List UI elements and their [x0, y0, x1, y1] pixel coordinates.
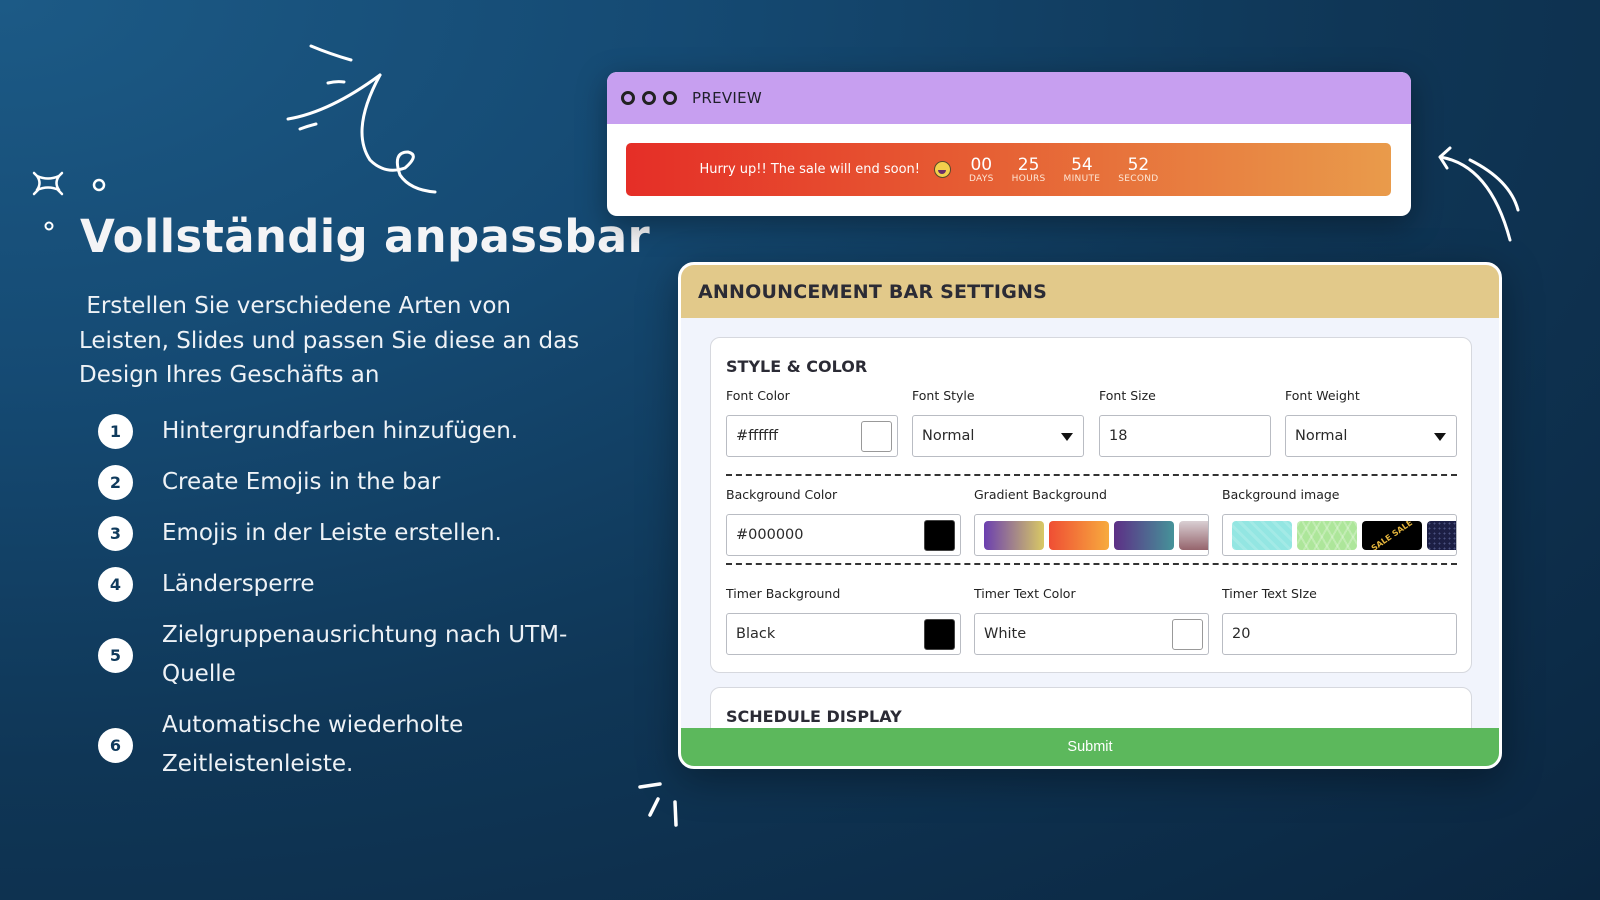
background-image-label: Background image — [1222, 487, 1340, 502]
background-color-swatch[interactable] — [924, 520, 955, 551]
curved-arrow-doodle-icon — [1438, 146, 1520, 242]
font-size-input[interactable]: 18 — [1099, 415, 1271, 457]
timer-minutes: 54 MINUTE — [1064, 156, 1101, 184]
green-pattern-option[interactable] — [1297, 521, 1357, 550]
background-image-picker: SALE SALE — [1222, 514, 1457, 556]
feature-number-badge: 2 — [98, 465, 133, 500]
style-color-card: STYLE & COLOR Font Color #ffffff Font St… — [710, 337, 1472, 673]
feature-item: 6 Automatische wiederholte Zeitleistenle… — [98, 706, 602, 784]
timer-label: MINUTE — [1063, 173, 1101, 184]
feature-text: Ländersperre — [162, 571, 315, 597]
feature-number-badge: 3 — [98, 516, 133, 551]
window-dot-icon — [621, 91, 635, 105]
font-style-value: Normal — [922, 428, 975, 444]
caret-down-icon — [1434, 433, 1446, 441]
feature-text: Hintergrundfarben hinzufügen. — [162, 418, 519, 444]
timer-text-color-input[interactable]: White — [974, 613, 1209, 655]
feature-number-badge: 5 — [98, 637, 133, 673]
feature-text: Zielgruppenausrichtung nach UTM-Quelle — [162, 622, 568, 687]
preview-title: PREVIEW — [692, 89, 763, 107]
feature-item: 2 Create Emojis in the bar — [98, 463, 602, 502]
section-divider — [726, 474, 1457, 476]
font-weight-select[interactable]: Normal — [1285, 415, 1457, 457]
timer-text-size-input[interactable]: 20 — [1222, 613, 1457, 655]
style-section-title: STYLE & COLOR — [726, 357, 868, 376]
feature-number-badge: 4 — [98, 567, 133, 602]
timer-background-label: Timer Background — [726, 586, 841, 601]
font-color-label: Font Color — [726, 388, 790, 403]
font-size-label: Font Size — [1099, 388, 1156, 403]
timer-background-value: Black — [736, 626, 776, 642]
feature-item: 4 Ländersperre — [98, 565, 602, 604]
gradient-option[interactable] — [1114, 521, 1174, 550]
hero-description: Erstellen Sie verschiedene Arten von Lei… — [79, 293, 580, 388]
gradient-option[interactable] — [1179, 521, 1208, 550]
announcement-bar-preview: Hurry up!! The sale will end soon! 00 DA… — [626, 143, 1391, 196]
timer-value: 25 — [1017, 154, 1040, 175]
timer-value: 52 — [1127, 154, 1150, 175]
window-dot-icon — [663, 91, 677, 105]
timer-background-input[interactable]: Black — [726, 613, 961, 655]
navy-pattern-option[interactable] — [1427, 521, 1456, 550]
feature-text: Automatische wiederholte Zeitleistenleis… — [162, 712, 464, 777]
caret-down-icon — [1061, 433, 1073, 441]
feature-item: 5 Zielgruppenausrichtung nach UTM-Quelle — [98, 616, 602, 694]
timer-value: 54 — [1071, 154, 1093, 175]
gradient-option[interactable] — [1049, 521, 1109, 550]
timer-label: DAYS — [968, 173, 994, 184]
feature-item: 1 Hintergrundfarben hinzufügen. — [98, 412, 602, 451]
font-size-value: 18 — [1109, 428, 1128, 444]
gradient-background-label: Gradient Background — [974, 487, 1107, 502]
settings-panel: ANNOUNCEMENT BAR SETTIGNS STYLE & COLOR … — [678, 262, 1502, 769]
timer-value: 00 — [970, 154, 993, 175]
gradient-option[interactable] — [984, 521, 1044, 550]
swoosh-arrow-doodle-icon — [286, 44, 437, 194]
submit-button[interactable]: Submit — [681, 728, 1499, 766]
background-color-label: Background Color — [726, 487, 838, 502]
sale-pattern-option[interactable]: SALE SALE — [1362, 521, 1422, 550]
feature-text: Create Emojis in the bar — [162, 469, 441, 495]
hero-title: Vollständig anpassbar — [80, 210, 650, 263]
timer-days: 00 DAYS — [969, 156, 994, 184]
settings-title: ANNOUNCEMENT BAR SETTIGNS — [681, 265, 1499, 318]
font-style-label: Font Style — [912, 388, 975, 403]
section-divider — [726, 563, 1457, 565]
font-color-input[interactable]: #ffffff — [726, 415, 898, 457]
preview-header: PREVIEW — [607, 72, 1411, 124]
timer-seconds: 52 SECOND — [1118, 156, 1158, 184]
timer-hours: 25 HOURS — [1012, 156, 1046, 184]
background-color-input[interactable]: #000000 — [726, 514, 961, 556]
schedule-section-title: SCHEDULE DISPLAY — [726, 707, 902, 726]
feature-number-badge: 1 — [98, 414, 133, 449]
font-style-select[interactable]: Normal — [912, 415, 1084, 457]
timer-text-size-value: 20 — [1232, 626, 1251, 642]
font-weight-value: Normal — [1295, 428, 1348, 444]
feature-text: Emojis in der Leiste erstellen. — [162, 520, 502, 546]
font-weight-label: Font Weight — [1285, 388, 1360, 403]
cyan-pattern-option[interactable] — [1232, 521, 1292, 550]
window-dot-icon — [642, 91, 656, 105]
font-color-swatch[interactable] — [861, 421, 892, 452]
feature-number-badge: 6 — [98, 727, 133, 763]
timer-background-swatch[interactable] — [924, 619, 955, 650]
laughing-emoji-icon — [933, 161, 951, 178]
timer-text-size-label: Timer Text SIze — [1222, 586, 1317, 601]
font-color-value: #ffffff — [736, 428, 779, 444]
timer-label: HOURS — [1011, 173, 1046, 184]
burst-lines-doodle-icon — [638, 782, 678, 827]
timer-text-color-swatch[interactable] — [1172, 619, 1203, 650]
gradient-background-picker — [974, 514, 1209, 556]
timer-text-color-label: Timer Text Color — [974, 586, 1076, 601]
preview-window: PREVIEW Hurry up!! The sale will end soo… — [607, 72, 1411, 216]
timer-label: SECOND — [1118, 173, 1159, 184]
feature-item: 3 Emojis in der Leiste erstellen. — [98, 514, 602, 553]
background-color-value: #000000 — [736, 527, 804, 543]
announcement-message: Hurry up!! The sale will end soon! — [699, 162, 920, 177]
timer-text-color-value: White — [984, 626, 1027, 642]
